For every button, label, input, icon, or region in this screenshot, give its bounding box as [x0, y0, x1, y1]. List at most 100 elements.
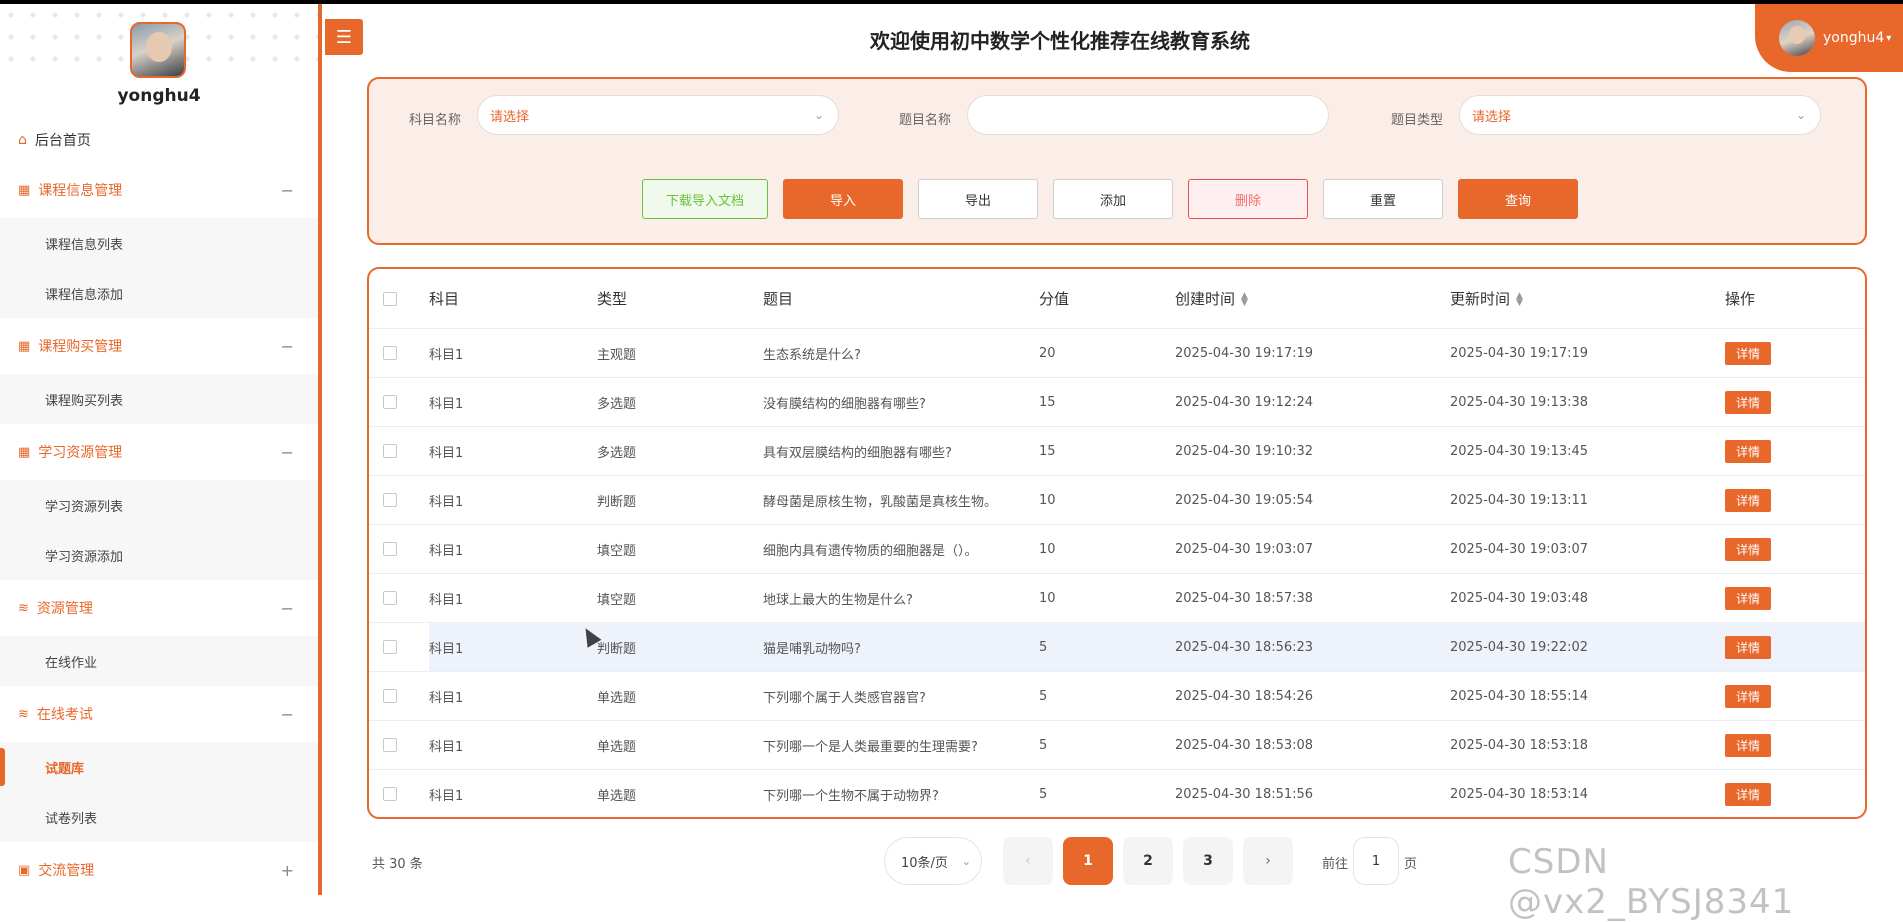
- table-row[interactable]: 科目1 单选题 下列哪一个生物不属于动物界? 5 2025-04-30 18:51:56…: [369, 770, 1865, 817]
- cell-created: 2025-04-30 18:56:23: [1175, 639, 1314, 655]
- detail-button[interactable]: 详情: [1725, 635, 1771, 659]
- import-button[interactable]: 导入: [783, 179, 903, 219]
- detail-button[interactable]: 详情: [1725, 684, 1771, 708]
- collapse-icon[interactable]: −: [281, 337, 294, 356]
- cell-question: 没有膜结构的细胞器有哪些?: [763, 396, 926, 412]
- table-row[interactable]: 科目1 判断题 酵母菌是原核生物，乳酸菌是真核生物。 10 2025-04-30 19:…: [369, 476, 1865, 525]
- table-row[interactable]: 科目1 填空题 地球上最大的生物是什么? 10 2025-04-30 18:57:38 2…: [369, 574, 1865, 623]
- export-button[interactable]: 导出: [918, 179, 1038, 219]
- detail-button[interactable]: 详情: [1725, 439, 1771, 463]
- reset-button[interactable]: 重置: [1323, 179, 1443, 219]
- group-head-course-purchase[interactable]: ▦ 课程购买管理 −: [0, 318, 318, 374]
- row-checkbox[interactable]: [383, 689, 397, 703]
- menu-toggle-button[interactable]: ☰: [325, 19, 363, 55]
- cell-score: 5: [1039, 639, 1048, 655]
- detail-button[interactable]: 详情: [1725, 782, 1771, 806]
- collapse-icon[interactable]: −: [281, 443, 294, 462]
- cell-operation: 详情: [1725, 684, 1845, 708]
- group-head-communication[interactable]: ▣ 交流管理 +: [0, 842, 318, 895]
- header-created[interactable]: 创建时间 ▲ ▼: [1175, 288, 1450, 309]
- query-button[interactable]: 查询: [1458, 179, 1578, 219]
- sidebar-item-question-bank[interactable]: 试题库: [0, 742, 318, 792]
- cell-operation: 详情: [1725, 390, 1845, 414]
- cell-subject: 科目1: [429, 543, 464, 559]
- row-checkbox[interactable]: [383, 738, 397, 752]
- prev-page-button[interactable]: ‹: [1003, 837, 1053, 885]
- sidebar-item-course-purchase-list[interactable]: 课程购买列表: [0, 374, 318, 424]
- subject-select[interactable]: 请选择 ⌄: [477, 95, 839, 135]
- delete-button[interactable]: 删除: [1188, 179, 1308, 219]
- row-check-cell: [369, 329, 429, 377]
- sidebar-item-learning-resources-add[interactable]: 学习资源添加: [0, 530, 318, 580]
- page-button-1[interactable]: 1: [1063, 837, 1113, 885]
- cell-created: 2025-04-30 19:03:07: [1175, 541, 1314, 557]
- detail-button[interactable]: 详情: [1725, 488, 1771, 512]
- cell-question: 下列哪个属于人类感官器官?: [763, 690, 926, 706]
- cell-type: 主观题: [597, 347, 637, 363]
- cell-subject: 科目1: [429, 347, 464, 363]
- add-button[interactable]: 添加: [1053, 179, 1173, 219]
- group-head-online-exam[interactable]: ≋ 在线考试 −: [0, 686, 318, 742]
- table-row[interactable]: 科目1 单选题 下列哪个属于人类感官器官? 5 2025-04-30 18:54:26 2…: [369, 672, 1865, 721]
- cell-score: 10: [1039, 590, 1056, 606]
- page-title: 欢迎使用初中数学个性化推荐在线教育系统: [870, 29, 1250, 53]
- table-row[interactable]: 科目1 单选题 下列哪一个是人类最重要的生理需要? 5 2025-04-30 18:53…: [369, 721, 1865, 770]
- collapse-icon[interactable]: −: [281, 599, 294, 618]
- group-head-resources[interactable]: ≋ 资源管理 −: [0, 580, 318, 636]
- cell-operation: 详情: [1725, 782, 1845, 806]
- row-checkbox[interactable]: [383, 346, 397, 360]
- table-header: 科目 类型 题目 分值 创建时间 ▲ ▼ 更新时间 ▲ ▼ 操作: [369, 269, 1865, 329]
- row-checkbox[interactable]: [383, 640, 397, 654]
- page-button-2[interactable]: 2: [1123, 837, 1173, 885]
- goto-page-input[interactable]: 1: [1353, 837, 1399, 885]
- detail-button[interactable]: 详情: [1725, 390, 1771, 414]
- table-row[interactable]: 科目1 多选题 具有双层膜结构的细胞器有哪些? 15 2025-04-30 19:10:…: [369, 427, 1865, 476]
- sidebar-item-home[interactable]: ⌂ 后台首页: [0, 118, 318, 162]
- header-updated[interactable]: 更新时间 ▲ ▼: [1450, 288, 1725, 309]
- page-button-3[interactable]: 3: [1183, 837, 1233, 885]
- sidebar-item-exam-paper-list[interactable]: 试卷列表: [0, 792, 318, 842]
- group-head-learning-resources[interactable]: ▦ 学习资源管理 −: [0, 424, 318, 480]
- row-checkbox[interactable]: [383, 542, 397, 556]
- group-head-course-info[interactable]: ▦ 课程信息管理 −: [0, 162, 318, 218]
- sidebar-item-course-info-add[interactable]: 课程信息添加: [0, 268, 318, 318]
- row-checkbox[interactable]: [383, 493, 397, 507]
- cell-type: 多选题: [597, 445, 637, 461]
- table-row[interactable]: 科目1 主观题 生态系统是什么? 20 2025-04-30 19:17:19 2025-…: [369, 329, 1865, 378]
- chevron-down-icon: ⌄: [813, 108, 824, 122]
- row-checkbox[interactable]: [383, 444, 397, 458]
- row-checkbox[interactable]: [383, 591, 397, 605]
- user-menu[interactable]: yonghu4 ▾: [1755, 4, 1903, 72]
- sort-icon[interactable]: ▲ ▼: [1516, 291, 1523, 307]
- question-input[interactable]: [967, 95, 1329, 135]
- menu-group-course-purchase: ▦ 课程购买管理 − 课程购买列表: [0, 318, 318, 424]
- cell-created: 2025-04-30 19:10:32: [1175, 443, 1314, 459]
- detail-button[interactable]: 详情: [1725, 537, 1771, 561]
- avatar[interactable]: [130, 22, 186, 78]
- row-checkbox[interactable]: [383, 395, 397, 409]
- detail-button[interactable]: 详情: [1725, 341, 1771, 365]
- cell-score: 20: [1039, 345, 1056, 361]
- sidebar-item-learning-resources-list[interactable]: 学习资源列表: [0, 480, 318, 530]
- table-row[interactable]: 科目1 多选题 没有膜结构的细胞器有哪些? 15 2025-04-30 19:12:24…: [369, 378, 1865, 427]
- sort-icon[interactable]: ▲ ▼: [1241, 291, 1248, 307]
- download-template-button[interactable]: 下载导入文档: [642, 179, 768, 219]
- cell-score: 10: [1039, 492, 1056, 508]
- next-page-button[interactable]: ›: [1243, 837, 1293, 885]
- sidebar-item-online-homework[interactable]: 在线作业: [0, 636, 318, 686]
- table-row[interactable]: 科目1 填空题 细胞内具有遗传物质的细胞器是（）。 10 2025-04-30 19:0…: [369, 525, 1865, 574]
- sidebar-item-course-info-list[interactable]: 课程信息列表: [0, 218, 318, 268]
- expand-icon[interactable]: +: [281, 861, 294, 880]
- hamburger-icon: ☰: [335, 26, 353, 48]
- select-all-checkbox[interactable]: [383, 291, 397, 306]
- collapse-icon[interactable]: −: [281, 181, 294, 200]
- detail-button[interactable]: 详情: [1725, 586, 1771, 610]
- collapse-icon[interactable]: −: [281, 705, 294, 724]
- row-checkbox[interactable]: [383, 787, 397, 801]
- detail-button[interactable]: 详情: [1725, 733, 1771, 757]
- type-select[interactable]: 请选择 ⌄: [1459, 95, 1821, 135]
- cell-type: 填空题: [597, 543, 637, 559]
- row-check-cell: [369, 476, 429, 524]
- row-check-cell: [369, 672, 429, 720]
- page-size-select[interactable]: 10条/页 ⌄: [884, 837, 982, 885]
